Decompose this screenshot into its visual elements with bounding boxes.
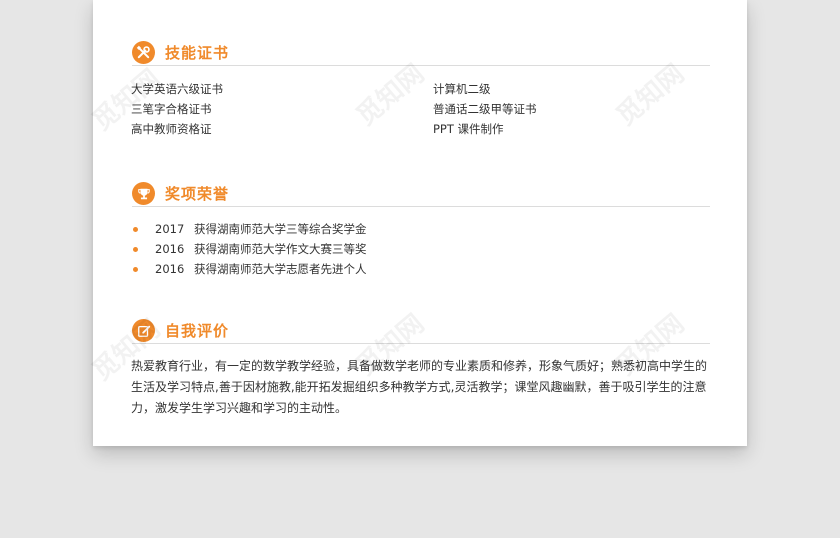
tools-icon (132, 41, 155, 64)
award-year: 2017 (155, 222, 185, 236)
awards-divider (132, 206, 710, 207)
self-eval-section-header: 自我评价 (132, 319, 710, 351)
resume-page: 技能证书 大学英语六级证书 三笔字合格证书 高中教师资格证 计算机二级 普通话二… (93, 0, 747, 446)
bullet-dot-icon (133, 227, 138, 232)
awards-section-header: 奖项荣誉 (132, 182, 710, 214)
award-year: 2016 (155, 242, 185, 256)
skills-title: 技能证书 (165, 44, 230, 62)
bullet-dot-icon (133, 247, 138, 252)
edit-icon (132, 319, 155, 342)
trophy-icon (132, 182, 155, 205)
skills-divider (132, 65, 710, 66)
skill-item: PPT 课件制作 (433, 122, 504, 136)
awards-title: 奖项荣誉 (165, 185, 230, 203)
skill-item: 普通话二级甲等证书 (433, 102, 537, 116)
skill-item: 计算机二级 (433, 82, 491, 96)
award-text: 获得湖南师范大学三等综合奖学金 (194, 222, 367, 236)
award-text: 获得湖南师范大学作文大赛三等奖 (194, 242, 367, 256)
award-year: 2016 (155, 262, 185, 276)
skill-item: 三笔字合格证书 (131, 102, 212, 116)
self-eval-title: 自我评价 (165, 322, 230, 340)
award-text: 获得湖南师范大学志愿者先进个人 (194, 262, 367, 276)
self-eval-divider (132, 343, 710, 344)
bullet-dot-icon (133, 267, 138, 272)
skill-item: 高中教师资格证 (131, 122, 212, 136)
self-eval-text: 热爱教育行业，有一定的数学教学经验，具备做数学老师的专业素质和修养，形象气质好；… (131, 359, 708, 415)
skill-item: 大学英语六级证书 (131, 82, 223, 96)
skills-section-header: 技能证书 (132, 41, 710, 73)
